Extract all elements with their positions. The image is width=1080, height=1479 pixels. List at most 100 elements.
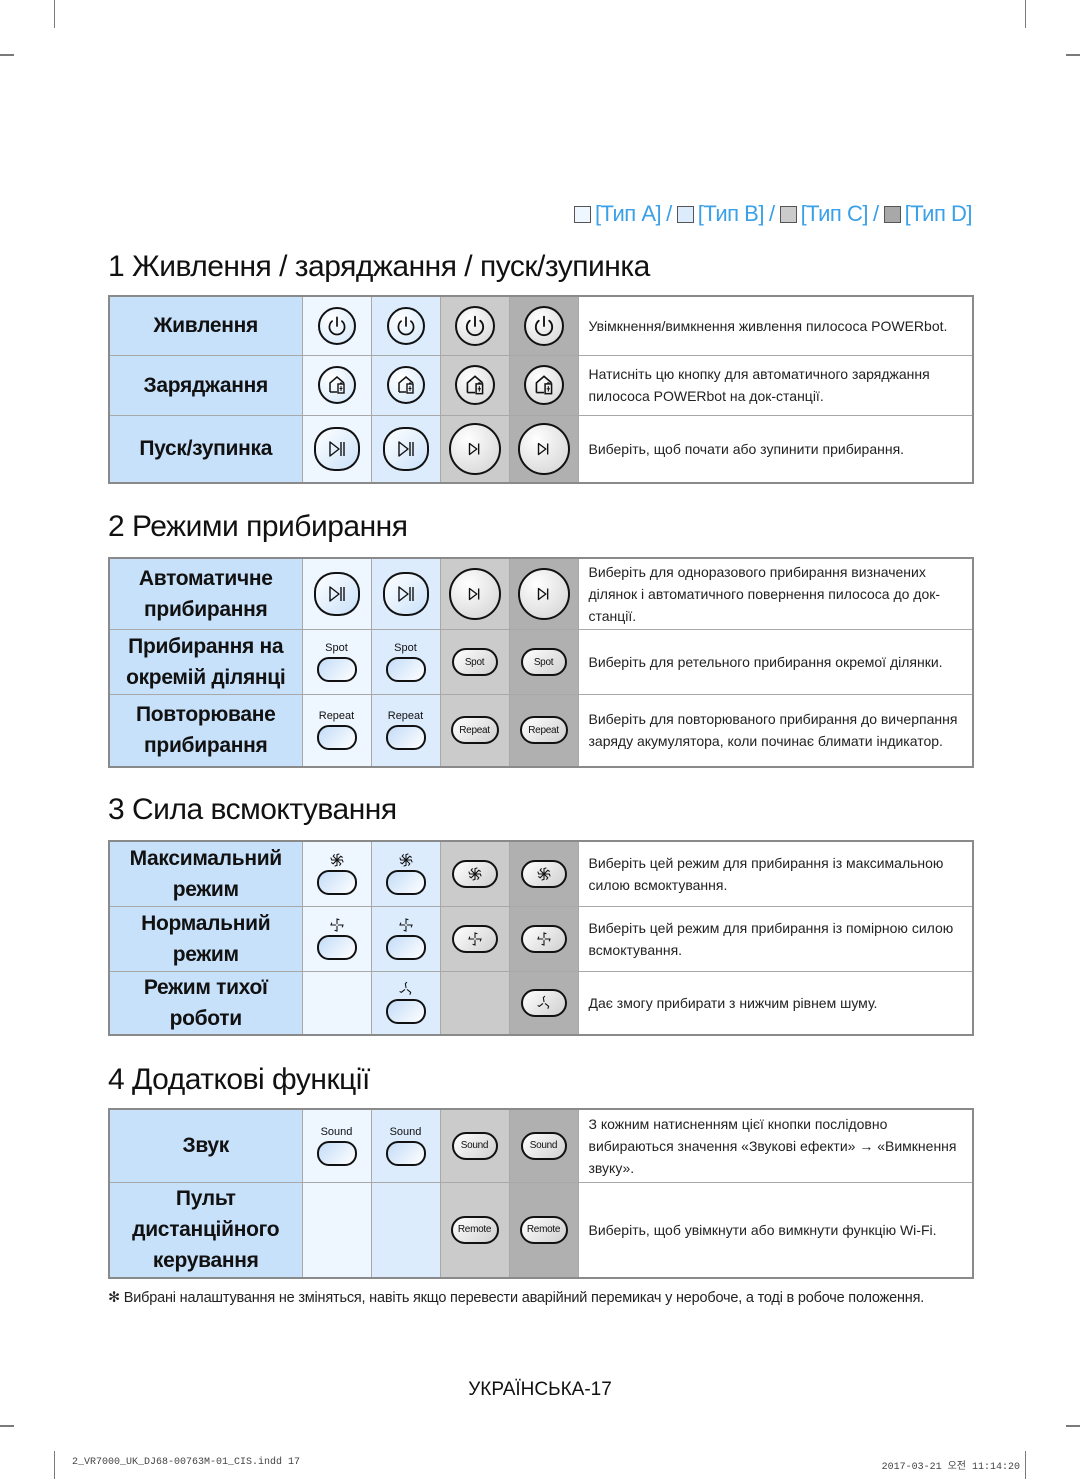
footer-file-name: 2_VR7000_UK_DJ68-00763M-01_CIS.indd 17	[72, 1457, 301, 1468]
start-stop-button-type-b[interactable]	[382, 426, 429, 471]
max-mode-button-type-a[interactable]	[316, 870, 357, 896]
section-title-suction-power: 3 Сила всмоктування	[108, 793, 397, 826]
start-stop-button-type-d[interactable]	[517, 422, 570, 475]
type-a-cell	[301, 840, 372, 907]
spot-button-type-d[interactable]: Spot	[520, 648, 567, 676]
type-a-cell	[301, 295, 372, 356]
power-button-type-c[interactable]	[454, 305, 495, 346]
type-a-cell: Spot	[301, 629, 372, 695]
auto-clean-button-type-c[interactable]	[448, 568, 501, 620]
power-button-type-b[interactable]	[386, 306, 425, 345]
play-pause-icon	[325, 437, 349, 461]
repeat-button-type-c[interactable]: Repeat	[450, 716, 499, 745]
table-row: Живлення Увімкнення/вимкнення живлення п…	[108, 295, 974, 356]
type-c-cell-empty	[439, 970, 510, 1036]
row-description: Виберіть цей режим для прибирання із пом…	[577, 905, 974, 972]
sound-button-type-a[interactable]	[316, 1140, 357, 1166]
table-row: Звук Sound Sound Sound Sound З кожним на…	[108, 1108, 974, 1183]
type-a-cell	[301, 557, 372, 630]
remote-button-type-d[interactable]: Remote	[519, 1215, 568, 1244]
repeat-label: Repeat	[387, 710, 424, 723]
row-label: Звук	[108, 1108, 303, 1183]
row-description: Виберіть, щоб почати або зупинити прибир…	[577, 414, 974, 484]
home-charge-icon	[394, 373, 418, 397]
type-b-cell: Sound	[370, 1108, 441, 1183]
type-b-cell: Repeat	[370, 694, 441, 767]
legend-label: [Тип A]	[594, 201, 662, 226]
row-description: Виберіть, щоб увімкнути або вимкнути фун…	[577, 1181, 974, 1279]
type-d-cell	[508, 970, 579, 1036]
normal-mode-button-type-a[interactable]	[316, 935, 357, 960]
type-legend: [Тип A] / [Тип B] / [Тип C] / [Тип D]	[573, 201, 973, 227]
home-charge-icon	[462, 372, 488, 398]
type-a-cell: Sound	[301, 1108, 372, 1183]
quiet-mode-button-type-d[interactable]	[520, 988, 567, 1017]
normal-mode-button-type-b[interactable]	[385, 935, 426, 960]
start-stop-button-type-a[interactable]	[313, 426, 360, 471]
power-button-type-a[interactable]	[317, 306, 356, 345]
type-c-cell	[439, 557, 510, 630]
auto-clean-button-type-a[interactable]	[313, 572, 360, 616]
type-a-cell	[301, 905, 372, 972]
sound-button-type-d[interactable]: Sound	[520, 1131, 567, 1160]
fan-normal-icon	[329, 917, 345, 933]
section-title-cleaning-modes: 2 Режими прибирання	[108, 510, 408, 543]
auto-clean-button-type-b[interactable]	[382, 572, 429, 616]
fan-max-icon	[329, 852, 345, 868]
row-description: Дає змогу прибирати з нижчим рівнем шуму…	[577, 970, 974, 1036]
type-d-cell	[508, 557, 579, 630]
max-mode-button-type-d[interactable]	[520, 859, 567, 888]
fan-quiet-icon	[398, 981, 414, 997]
row-description: Виберіть цей режим для прибирання із мак…	[577, 840, 974, 907]
spot-button-type-a[interactable]	[316, 657, 357, 682]
row-description: Виберіть для ретельного прибирання окрем…	[577, 629, 974, 695]
crop-mark	[1025, 1451, 1026, 1479]
repeat-button-type-a[interactable]	[316, 725, 357, 751]
swatch-type-b	[676, 205, 694, 223]
type-d-cell	[508, 905, 579, 972]
row-label: Пуск/зупинка	[108, 414, 303, 484]
swatch-type-d	[883, 205, 901, 223]
type-b-cell	[370, 414, 441, 484]
auto-clean-button-type-d[interactable]	[517, 568, 570, 620]
spot-button-type-b[interactable]	[385, 657, 426, 682]
type-b-cell	[370, 970, 441, 1036]
repeat-button-type-b[interactable]	[385, 725, 426, 751]
type-b-cell	[370, 557, 441, 630]
power-icon	[324, 313, 350, 339]
repeat-button-type-d[interactable]: Repeat	[519, 716, 568, 745]
charge-button-type-b[interactable]	[386, 366, 425, 404]
row-description: Виберіть для повторюваного прибирання до…	[577, 694, 974, 767]
type-d-cell: Remote	[508, 1181, 579, 1279]
type-c-cell: Remote	[439, 1181, 510, 1279]
page-number: УКРАЇНСЬКА-17	[468, 1379, 612, 1400]
row-label: Пульт дистанційного керування	[108, 1181, 303, 1279]
normal-mode-button-type-d[interactable]	[520, 924, 567, 953]
charge-button-type-a[interactable]	[317, 366, 356, 404]
charge-button-type-d[interactable]	[523, 365, 564, 405]
spot-button-type-c[interactable]: Spot	[451, 648, 498, 676]
row-description: Виберіть для одноразового прибирання виз…	[577, 557, 974, 630]
table-row: Пульт дистанційного керування Remote Rem…	[108, 1181, 974, 1279]
repeat-label: Repeat	[318, 710, 355, 723]
start-stop-button-type-c[interactable]	[448, 422, 501, 475]
normal-mode-button-type-c[interactable]	[451, 924, 498, 953]
section-title-power: 1 Живлення / заряджання / пуск/зупинка	[108, 250, 650, 283]
power-button-type-d[interactable]	[523, 305, 564, 346]
max-mode-button-type-c[interactable]	[451, 859, 498, 888]
type-d-cell	[508, 295, 579, 356]
type-b-cell	[370, 354, 441, 416]
play-pause-icon	[533, 438, 555, 460]
footnote: ✻ Вибрані налаштування не зміняться, нав…	[108, 1290, 925, 1306]
quiet-mode-button-type-b[interactable]	[385, 999, 426, 1025]
sound-button-type-b[interactable]	[385, 1140, 426, 1166]
sound-button-type-c[interactable]: Sound	[451, 1131, 498, 1160]
max-mode-button-type-b[interactable]	[385, 870, 426, 896]
type-d-cell: Spot	[508, 629, 579, 695]
legend-item-type-b: [Тип B]	[676, 201, 764, 227]
type-c-cell: Repeat	[439, 694, 510, 767]
crop-mark	[0, 54, 14, 56]
suction-power-table: Максимальний режим Виберіть цей режим дл…	[108, 840, 974, 1036]
charge-button-type-c[interactable]	[454, 365, 495, 405]
remote-button-type-c[interactable]: Remote	[450, 1215, 499, 1244]
